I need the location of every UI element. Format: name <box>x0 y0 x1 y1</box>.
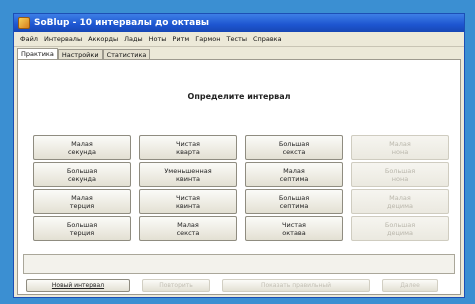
answer-label-line2: октава <box>282 228 306 237</box>
answer-label-line2: децима <box>386 201 414 210</box>
answer-label-line1: Уменьшенная <box>164 166 212 175</box>
menu-item[interactable]: Интервалы <box>44 35 82 43</box>
answer-label-line2: секста <box>282 147 306 156</box>
new-interval-button[interactable]: Новый интервал <box>26 279 130 292</box>
answer-label-line2: секста <box>176 228 200 237</box>
feedback-box <box>23 254 455 274</box>
app-icon <box>18 17 30 29</box>
interval-answer-button[interactable]: Малая терция <box>33 189 131 214</box>
answer-label-line1: Малая <box>389 139 411 148</box>
tab-bar: Практика Настройки Статистика <box>14 47 464 59</box>
answer-label-line1: Большая <box>278 193 310 202</box>
show-answer-button[interactable]: Показать правильный <box>222 279 370 292</box>
answer-label-line1: Чистая <box>176 193 200 202</box>
menu-bar: Файл Интервалы Аккорды Лады Ноты Ритм Гармон Те… <box>14 32 464 47</box>
tab[interactable]: Статистика <box>102 49 151 59</box>
answer-label-line1: Чистая <box>176 139 200 148</box>
menu-item[interactable]: Справка <box>253 35 282 43</box>
interval-answer-button[interactable]: Большая секста <box>245 135 343 160</box>
interval-answer-button[interactable]: Большая нона <box>351 162 449 187</box>
interval-answer-button[interactable]: Большая децима <box>351 216 449 241</box>
answer-label-line1: Чистая <box>282 220 306 229</box>
menu-item[interactable]: Ритм <box>172 35 189 43</box>
answer-label-line2: терция <box>69 201 95 210</box>
answer-label-line1: Большая <box>384 166 416 175</box>
answer-label-line2: терция <box>69 228 95 237</box>
answer-label-line2: секунда <box>67 174 97 183</box>
interval-answer-button[interactable]: Большая секунда <box>33 162 131 187</box>
answer-label-line1: Малая <box>71 193 93 202</box>
interval-answer-button[interactable]: Чистая кварта <box>139 135 237 160</box>
tab[interactable]: Настройки <box>57 49 103 59</box>
answer-label-line1: Большая <box>66 166 98 175</box>
interval-answer-button[interactable]: Уменьшенная квинта <box>139 162 237 187</box>
menu-item[interactable]: Ноты <box>149 35 167 43</box>
answer-label-line2: секунда <box>67 147 97 156</box>
interval-answer-button[interactable]: Большая терция <box>33 216 131 241</box>
answer-label-line2: нона <box>391 147 409 156</box>
menu-item[interactable]: Тесты <box>226 35 246 43</box>
practice-panel: Определите интервал Малая секунда Чистая кв… <box>17 59 461 295</box>
menu-item[interactable]: Лады <box>124 35 143 43</box>
answer-label-line2: квинта <box>175 201 200 210</box>
title-bar[interactable]: SoBlup - 10 интервалы до октавы <box>14 14 464 32</box>
interval-answer-button[interactable]: Чистая октава <box>245 216 343 241</box>
interval-answer-button[interactable]: Малая секста <box>139 216 237 241</box>
interval-answer-button[interactable]: Малая секунда <box>33 135 131 160</box>
app-window: SoBlup - 10 интервалы до октавы Файл Инте… <box>13 13 465 298</box>
window-title: SoBlup - 10 интервалы до октавы <box>34 18 210 28</box>
menu-item[interactable]: Файл <box>20 35 38 43</box>
interval-answer-button[interactable]: Малая нона <box>351 135 449 160</box>
answer-label-line2: кварта <box>176 147 200 156</box>
answer-label-line1: Малая <box>389 193 411 202</box>
answer-label-line1: Малая <box>71 139 93 148</box>
answer-label-line1: Большая <box>66 220 98 229</box>
tab[interactable]: Практика <box>17 48 58 59</box>
menu-item[interactable]: Гармон <box>195 35 220 43</box>
answer-label-line1: Малая <box>283 166 305 175</box>
answer-label-line1: Малая <box>177 220 199 229</box>
answer-label-line1: Большая <box>384 220 416 229</box>
next-button[interactable]: Далее <box>382 279 438 292</box>
interval-answer-button[interactable]: Большая септима <box>245 189 343 214</box>
question-prompt: Определите интервал <box>187 92 291 101</box>
menu-item[interactable]: Аккорды <box>88 35 118 43</box>
bottom-toolbar: Новый интервал Повторить Показать правил… <box>26 279 454 292</box>
answer-label-line1: Большая <box>278 139 310 148</box>
interval-answer-button[interactable]: Малая септима <box>245 162 343 187</box>
answer-label-line2: септима <box>279 174 309 183</box>
repeat-button[interactable]: Повторить <box>142 279 210 292</box>
interval-answer-button[interactable]: Чистая квинта <box>139 189 237 214</box>
interval-answer-button[interactable]: Малая децима <box>351 189 449 214</box>
answer-label-line2: нона <box>391 174 409 183</box>
answer-grid: Малая секунда Чистая кварта Большая секста Мал… <box>33 135 449 241</box>
desktop-background: SoBlup - 10 интервалы до октавы Файл Инте… <box>0 0 475 304</box>
answer-label-line2: квинта <box>175 174 200 183</box>
answer-label-line2: септима <box>279 201 309 210</box>
answer-label-line2: децима <box>386 228 414 237</box>
